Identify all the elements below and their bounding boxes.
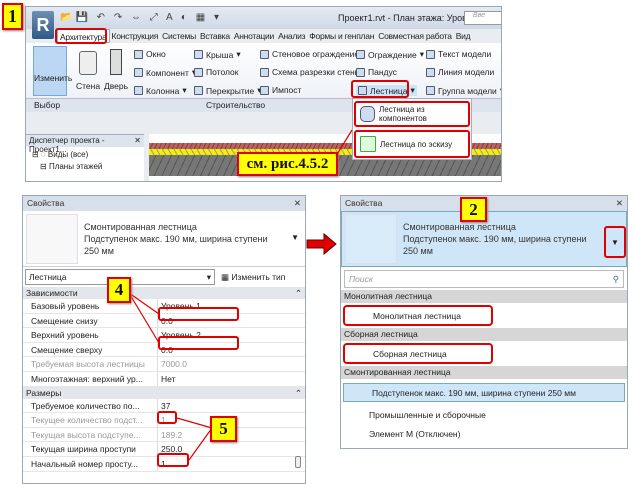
type-name: Смонтированная лестница xyxy=(403,222,516,232)
leader-line xyxy=(188,427,213,461)
properties-panel-right: Свойства ✕ Смонтированная лестница Подступ… xyxy=(340,195,628,449)
type-thumbnail xyxy=(345,214,397,264)
close-icon[interactable]: ✕ xyxy=(616,198,623,209)
type-option[interactable]: Сборная лестница xyxy=(343,343,493,364)
type-dropdown-button[interactable]: ▼ xyxy=(604,226,626,258)
leader-line xyxy=(128,292,160,315)
type-desc: Подступенок макс. 190 мм, ширина ступени xyxy=(403,234,587,244)
search-icon: ⚲ xyxy=(612,274,619,284)
type-group-header: Монолитная лестница xyxy=(341,290,627,303)
leader-line xyxy=(176,417,213,429)
chevron-down-icon: ▼ xyxy=(611,238,619,247)
callout-4: 4 xyxy=(107,277,131,303)
red-arrow-icon xyxy=(306,232,337,256)
type-option[interactable]: Элемент М (Отключен) xyxy=(341,425,627,444)
properties-title: Свойства xyxy=(345,198,383,208)
type-desc-2: 250 мм xyxy=(403,246,433,256)
leader-line xyxy=(335,129,353,157)
type-group-header: Смонтированная лестница xyxy=(341,366,627,379)
type-option[interactable]: Промышленные и сборочные xyxy=(341,406,627,425)
type-option[interactable]: Подступенок макс. 190 мм, ширина ступени… xyxy=(343,383,625,402)
leader-line xyxy=(128,292,160,344)
callout-2: 2 xyxy=(460,197,487,222)
type-option[interactable]: Монолитная лестница xyxy=(343,305,493,326)
callout-5: 5 xyxy=(210,416,237,442)
type-search-input[interactable]: Поиск ⚲ xyxy=(344,270,624,288)
search-placeholder: Поиск xyxy=(349,274,373,284)
type-group-header: Сборная лестница xyxy=(341,328,627,341)
